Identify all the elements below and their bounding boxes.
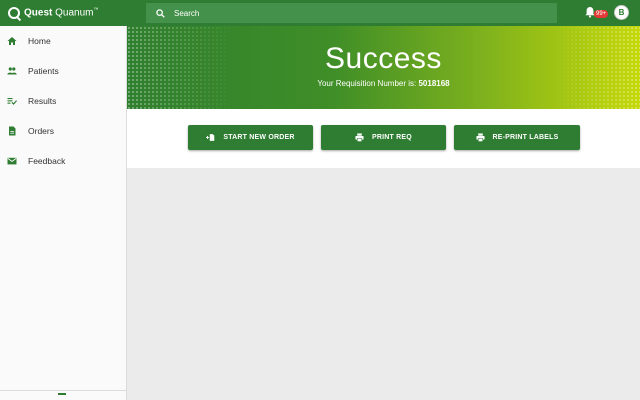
content-area	[127, 168, 640, 400]
sidebar-item-home[interactable]: Home	[0, 26, 126, 56]
print-req-button[interactable]: PRINT REQ	[321, 125, 446, 150]
sidebar-footer	[0, 390, 126, 400]
sidebar-item-label: Patients	[28, 66, 59, 76]
requisition-line: Your Requisition Number is: 5018168	[127, 79, 640, 88]
sidebar-item-label: Feedback	[28, 156, 66, 166]
sidebar-item-patients[interactable]: Patients	[0, 56, 126, 86]
results-icon	[7, 98, 17, 105]
home-icon	[7, 37, 17, 45]
requisition-number: 5018168	[418, 79, 450, 88]
sidebar-item-results[interactable]: Results	[0, 86, 126, 116]
sidebar-item-feedback[interactable]: Feedback	[0, 146, 126, 176]
sidebar-item-label: Home	[28, 36, 51, 46]
reprint-labels-button[interactable]: RE-PRINT LABELS	[454, 125, 580, 150]
print-req-label: PRINT REQ	[372, 134, 412, 141]
search-bar[interactable]: Search	[146, 3, 557, 23]
notification-badge: 99+	[594, 10, 609, 18]
document-icon	[9, 126, 16, 136]
logo-mark-icon	[8, 7, 20, 19]
logo-trademark: ™	[93, 7, 99, 14]
search-placeholder: Search	[174, 8, 200, 18]
action-bar: START NEW ORDER PRINT REQ RE-PRINT LABEL…	[127, 109, 640, 168]
logo-text-bold: Quest	[24, 7, 53, 19]
sidebar-item-orders[interactable]: Orders	[0, 116, 126, 146]
success-banner: Success Your Requisition Number is: 5018…	[127, 26, 640, 109]
logo-text: Quest Quanum™	[24, 7, 98, 18]
printer-icon	[475, 133, 485, 142]
add-document-icon	[206, 134, 215, 141]
logo-text-light: Quanum	[55, 7, 94, 19]
user-avatar[interactable]: B	[614, 5, 629, 20]
reprint-labels-label: RE-PRINT LABELS	[492, 134, 559, 141]
start-new-order-button[interactable]: START NEW ORDER	[188, 125, 313, 150]
quest-quanum-logo[interactable]: Quest Quanum™	[0, 7, 146, 19]
requisition-label: Your Requisition Number is:	[317, 79, 417, 88]
collapse-sidebar-icon[interactable]	[58, 393, 66, 397]
sidebar-item-label: Results	[28, 96, 57, 106]
sidebar-item-label: Orders	[28, 126, 54, 136]
search-icon	[156, 8, 165, 18]
people-icon	[7, 67, 17, 75]
sidebar: Home Patients Results Orders Feedback	[0, 26, 127, 400]
mail-icon	[7, 157, 17, 165]
start-new-order-label: START NEW ORDER	[223, 134, 295, 141]
printer-icon	[355, 133, 364, 142]
success-title: Success	[325, 42, 442, 75]
